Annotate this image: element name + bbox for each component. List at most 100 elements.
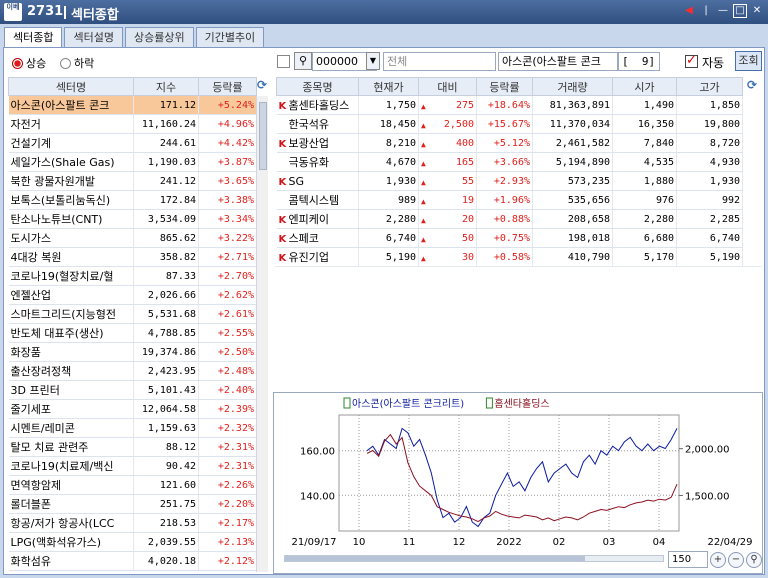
table-row[interactable]: 건설기계 244.61 +4.42% <box>8 133 257 153</box>
table-row[interactable]: K 유진기업 5,190 ▲ 30 +0.58% 410,790 5,170 5,190 <box>276 247 743 267</box>
sector-name-cell[interactable]: 엔젤산업 <box>8 285 134 305</box>
table-row[interactable]: 줄기세포 12,064.58 +2.39% <box>8 399 257 419</box>
radio-down[interactable]: 하락 <box>60 55 94 71</box>
sector-name-cell[interactable]: 항공/저가 항공사(LCC <box>8 513 134 533</box>
radio-down-dot[interactable] <box>60 57 71 69</box>
sector-name-cell[interactable]: 줄기세포 <box>8 399 134 419</box>
table-row[interactable]: 출산장려정책 2,423.95 +2.48% <box>8 361 257 381</box>
sector-name-cell[interactable]: 화학섬유 <box>8 551 134 571</box>
zoom-in-icon[interactable]: + <box>710 551 726 568</box>
table-row[interactable]: 코로나19(혈장치료/혈 87.33 +2.70% <box>8 266 257 286</box>
tab-sector-description[interactable]: 섹터설명 <box>64 27 123 48</box>
sector-name-cell[interactable]: 아스콘(아스팔트 콘크 <box>8 95 134 115</box>
radio-up[interactable]: 상승 <box>12 55 46 71</box>
sector-name-cell[interactable]: 자전거 <box>8 114 134 134</box>
stock-name-input[interactable]: 전체 <box>383 52 496 71</box>
refresh-icon[interactable]: ⟳ <box>255 78 269 92</box>
zoom-reset-icon[interactable]: ⚲ <box>746 551 762 568</box>
sector-name-cell[interactable]: 코로나19(혈장치료/혈 <box>8 266 134 286</box>
stock-refresh-icon[interactable]: ⟳ <box>745 78 759 92</box>
zoom-value-input[interactable]: 150 <box>668 551 708 568</box>
col-volume[interactable]: 거래량 <box>532 77 613 96</box>
table-row[interactable]: K 홈센타홀딩스 1,750 ▲ 275 +18.64% 81,363,891 1,490 1,… <box>276 95 743 115</box>
stock-name-cell[interactable]: K SG <box>276 171 359 191</box>
col-price[interactable]: 현재가 <box>358 77 419 96</box>
sector-name-cell[interactable]: 롤더블폰 <box>8 494 134 514</box>
stock-name-cell[interactable]: 극동유화 <box>276 152 359 172</box>
sector-name-cell[interactable]: 코로나19(치료제/백신 <box>8 456 134 476</box>
sector-name-cell[interactable]: 탈모 치료 관련주 <box>8 437 134 457</box>
stock-name-cell[interactable]: K 엔피케이 <box>276 209 359 229</box>
table-row[interactable]: K SG 1,930 ▲ 55 +2.93% 573,235 1,880 1,930 <box>276 171 743 191</box>
col-sector-name[interactable]: 섹터명 <box>8 77 134 96</box>
stock-name-cell[interactable]: K 홈센타홀딩스 <box>276 95 359 115</box>
table-row[interactable]: 스마트그리드(지능형전 5,531.68 +2.61% <box>8 304 257 324</box>
table-row[interactable]: 극동유화 4,670 ▲ 165 +3.66% 5,194,890 4,535 4,930 <box>276 152 743 172</box>
table-row[interactable]: K 보광산업 8,210 ▲ 400 +5.12% 2,461,582 7,840 8,720 <box>276 133 743 153</box>
table-row[interactable]: 북한 광물자원개발 241.12 +3.65% <box>8 171 257 191</box>
col-stock-name[interactable]: 종목명 <box>276 77 359 96</box>
chart-scrollbar[interactable] <box>284 555 664 562</box>
table-row[interactable]: 롤더블폰 251.75 +2.20% <box>8 494 257 514</box>
stock-name-cell[interactable]: K 유진기업 <box>276 247 359 267</box>
col-change[interactable]: 대비 <box>418 77 477 96</box>
table-row[interactable]: LPG(액화석유가스) 2,039.55 +2.13% <box>8 532 257 552</box>
table-row[interactable]: K 엔피케이 2,280 ▲ 20 +0.88% 208,658 2,280 2,285 <box>276 209 743 229</box>
sector-name-cell[interactable]: 반도체 대표주(생산) <box>8 323 134 343</box>
col-rate[interactable]: 등락률 <box>476 77 533 96</box>
table-row[interactable]: 자전거 11,160.24 +4.96% <box>8 114 257 134</box>
minimize-icon[interactable]: — <box>716 4 730 18</box>
stock-name-cell[interactable]: K 스페코 <box>276 228 359 248</box>
sector-scroll-thumb[interactable] <box>259 102 267 170</box>
stock-name-cell[interactable]: K 보광산업 <box>276 133 359 153</box>
table-row[interactable]: 반도체 대표주(생산) 4,788.85 +2.55% <box>8 323 257 343</box>
sector-name-cell[interactable]: 탄소나노튜브(CNT) <box>8 209 134 229</box>
tab-period-trend[interactable]: 기간별추이 <box>195 27 265 48</box>
table-row[interactable]: 4대강 복원 358.82 +2.71% <box>8 247 257 267</box>
table-row[interactable]: 세일가스(Shale Gas) 1,190.03 +3.87% <box>8 152 257 172</box>
table-row[interactable]: 면역항암제 121.60 +2.26% <box>8 475 257 495</box>
sector-name-cell[interactable]: LPG(액화석유가스) <box>8 532 134 552</box>
search-icon[interactable]: ⚲ <box>294 52 312 70</box>
table-row[interactable]: 시멘트/레미콘 1,159.63 +2.32% <box>8 418 257 438</box>
col-index[interactable]: 지수 <box>133 77 199 96</box>
maximize-icon[interactable]: □ <box>733 4 747 18</box>
col-open[interactable]: 시가 <box>612 77 677 96</box>
sector-name-cell[interactable]: 도시가스 <box>8 228 134 248</box>
sector-name-cell[interactable]: 화장품 <box>8 342 134 362</box>
sector-name-cell[interactable]: 출산장려정책 <box>8 361 134 381</box>
auto-checkbox[interactable] <box>685 53 698 68</box>
chart-scroll-thumb[interactable] <box>285 556 585 561</box>
sector-name-cell[interactable]: 북한 광물자원개발 <box>8 171 134 191</box>
pin-icon[interactable]: | <box>699 4 713 18</box>
table-row[interactable]: 도시가스 865.62 +3.22% <box>8 228 257 248</box>
table-row[interactable]: 아스콘(아스팔트 콘크 171.12 +5.24% <box>8 95 257 115</box>
all-stocks-checkbox[interactable] <box>277 55 290 68</box>
table-row[interactable]: 탈모 치료 관련주 88.12 +2.31% <box>8 437 257 457</box>
table-row[interactable]: 탄소나노튜브(CNT) 3,534.09 +3.34% <box>8 209 257 229</box>
link-flag-icon[interactable]: ◀ <box>682 4 696 18</box>
sector-name-cell[interactable]: 보톡스(보톨리눔독신) <box>8 190 134 210</box>
sector-name-cell[interactable]: 3D 프린터 <box>8 380 134 400</box>
sector-name-cell[interactable]: 시멘트/레미콘 <box>8 418 134 438</box>
table-row[interactable]: 보톡스(보톨리눔독신) 172.84 +3.38% <box>8 190 257 210</box>
sector-name-cell[interactable]: 면역항암제 <box>8 475 134 495</box>
sector-scrollbar[interactable] <box>256 96 268 572</box>
stock-name-cell[interactable]: 한국석유 <box>276 114 359 134</box>
sector-name-cell[interactable]: 4대강 복원 <box>8 247 134 267</box>
table-row[interactable]: 엔젤산업 2,026.66 +2.62% <box>8 285 257 305</box>
table-row[interactable]: 화학섬유 4,020.18 +2.12% <box>8 551 257 571</box>
table-row[interactable]: 코로나19(치료제/백신 90.42 +2.31% <box>8 456 257 476</box>
close-icon[interactable]: ✕ <box>750 4 764 18</box>
stock-name-cell[interactable]: 콤텍시스템 <box>276 190 359 210</box>
radio-up-dot[interactable] <box>12 57 23 69</box>
table-row[interactable]: 항공/저가 항공사(LCC 218.53 +2.17% <box>8 513 257 533</box>
col-high[interactable]: 고가 <box>676 77 743 96</box>
tab-sector-summary[interactable]: 섹터종합 <box>4 27 63 49</box>
col-change-rate[interactable]: 등락률 <box>198 77 257 96</box>
tab-top-gainers[interactable]: 상승률상위 <box>124 27 194 48</box>
table-row[interactable]: 3D 프린터 5,101.43 +2.40% <box>8 380 257 400</box>
table-row[interactable]: 화장품 19,374.86 +2.50% <box>8 342 257 362</box>
sector-name-cell[interactable]: 세일가스(Shale Gas) <box>8 152 134 172</box>
table-row[interactable]: K 스페코 6,740 ▲ 50 +0.75% 198,018 6,680 6,740 <box>276 228 743 248</box>
